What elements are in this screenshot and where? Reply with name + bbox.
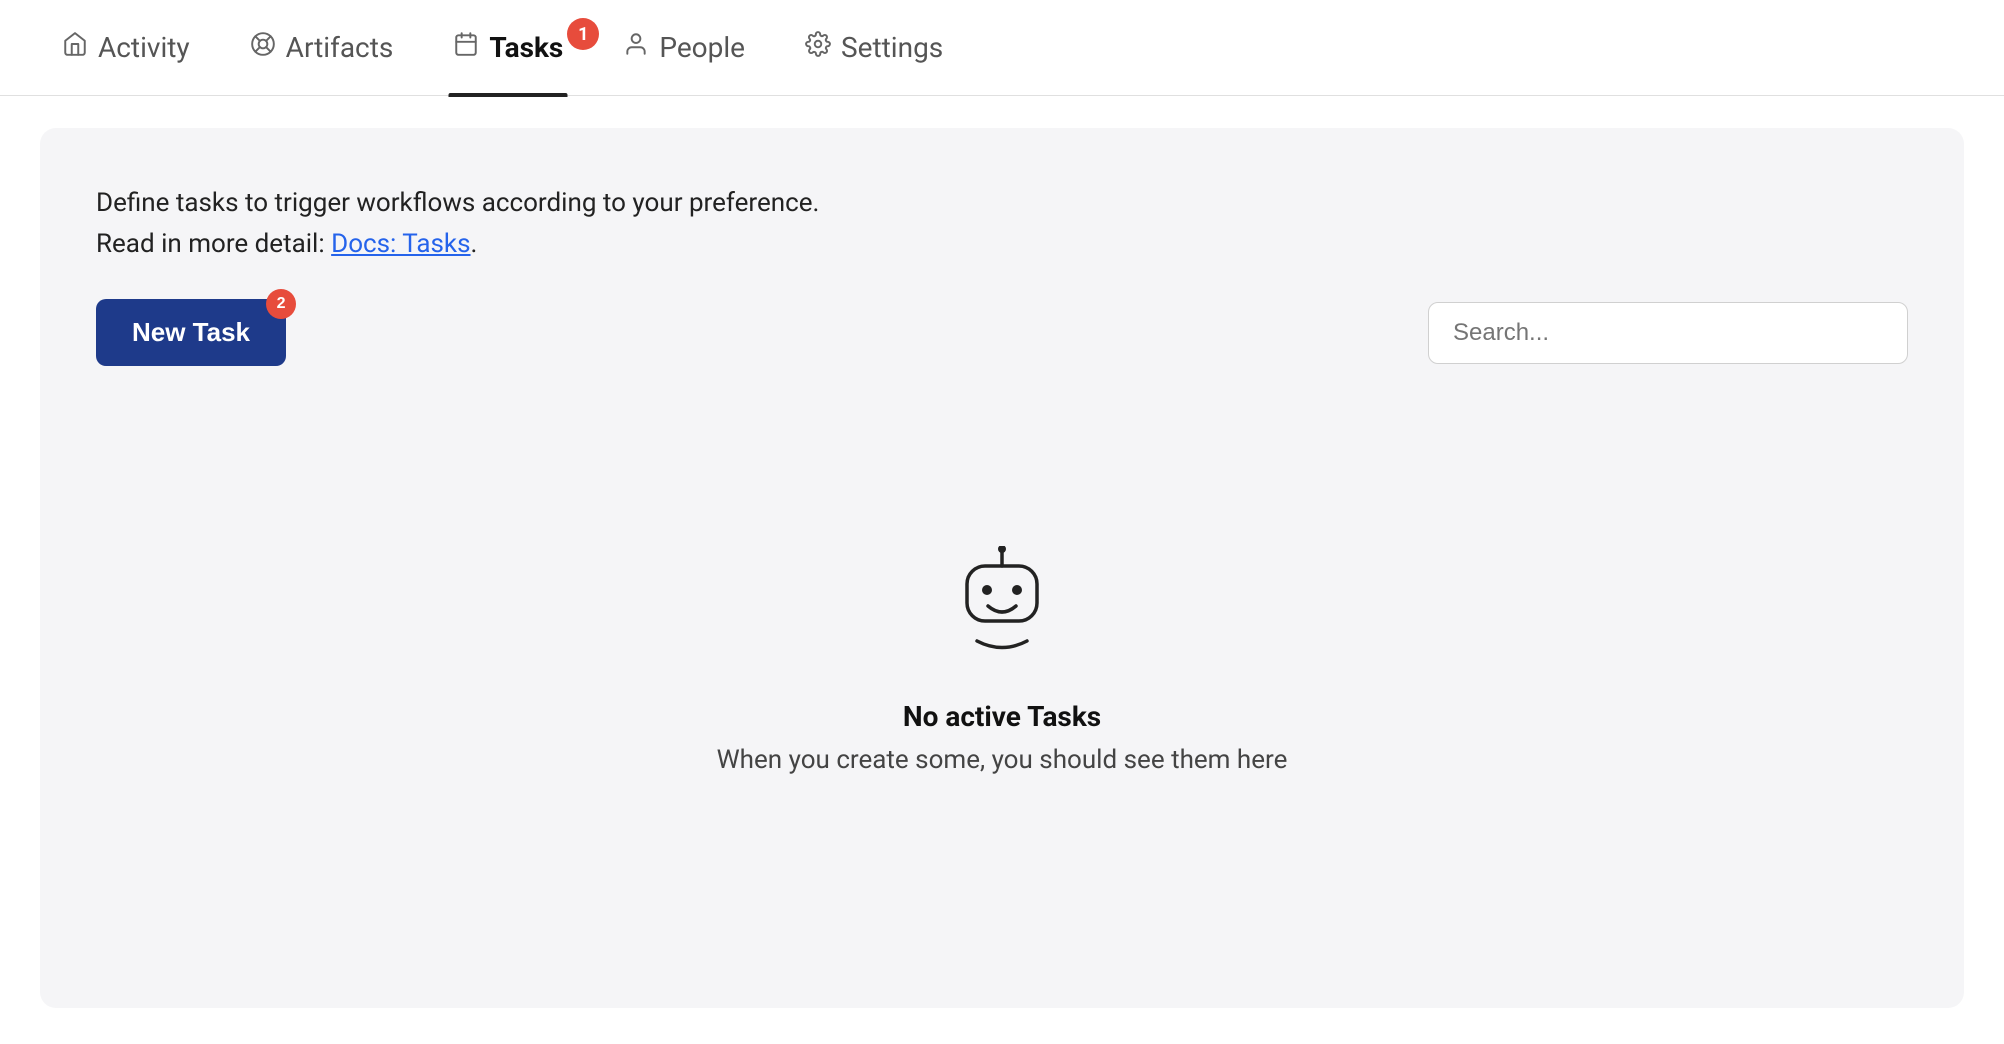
content-card: Define tasks to trigger workflows accord… bbox=[40, 128, 1964, 1008]
tab-people[interactable]: People bbox=[593, 0, 775, 95]
empty-state: No active Tasks When you create some, yo… bbox=[96, 426, 1908, 775]
artifacts-icon bbox=[250, 31, 276, 64]
nav-bar: Activity Artifacts Tasks 1 bbox=[0, 0, 2004, 96]
tab-activity[interactable]: Activity bbox=[32, 0, 220, 95]
tab-people-label: People bbox=[659, 31, 745, 64]
tab-artifacts[interactable]: Artifacts bbox=[220, 0, 424, 95]
tasks-icon bbox=[453, 31, 479, 64]
tab-settings[interactable]: Settings bbox=[775, 0, 973, 95]
tab-activity-label: Activity bbox=[98, 31, 190, 64]
empty-state-subtitle: When you create some, you should see the… bbox=[717, 745, 1288, 775]
search-input[interactable] bbox=[1428, 302, 1908, 364]
people-icon bbox=[623, 31, 649, 64]
description-line1: Define tasks to trigger workflows accord… bbox=[96, 184, 1908, 223]
tab-artifacts-label: Artifacts bbox=[286, 31, 394, 64]
settings-icon bbox=[805, 31, 831, 64]
tab-tasks-label: Tasks bbox=[489, 31, 563, 64]
main-content: Define tasks to trigger workflows accord… bbox=[0, 96, 2004, 1040]
tab-settings-label: Settings bbox=[841, 31, 943, 64]
new-task-button[interactable]: New Task 2 bbox=[96, 299, 286, 366]
activity-icon bbox=[62, 31, 88, 64]
robot-icon bbox=[952, 546, 1052, 660]
docs-link[interactable]: Docs: Tasks bbox=[331, 229, 470, 259]
tab-tasks[interactable]: Tasks 1 bbox=[423, 0, 593, 95]
new-task-badge: 2 bbox=[266, 289, 296, 319]
description-line2: Read in more detail: Docs: Tasks. bbox=[96, 229, 1908, 259]
action-row: New Task 2 bbox=[96, 299, 1908, 366]
empty-state-title: No active Tasks bbox=[903, 700, 1101, 733]
